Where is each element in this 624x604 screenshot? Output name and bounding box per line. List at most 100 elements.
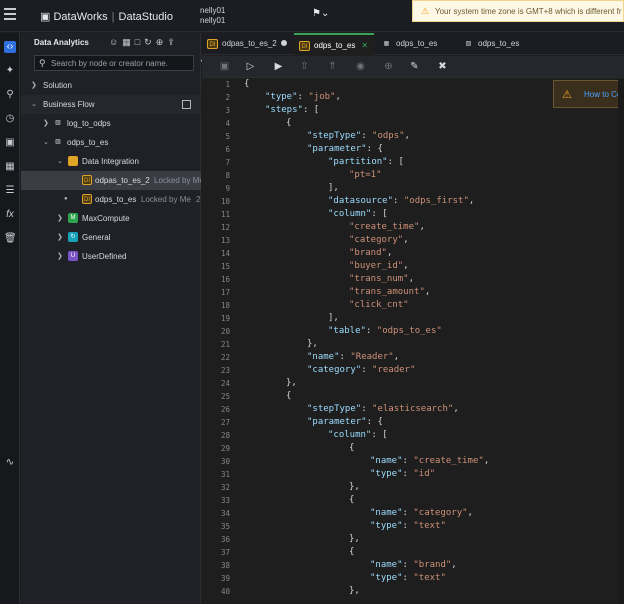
tree-item-odps-to-es[interactable]: ⌄ ▧ odps_to_es — [21, 133, 201, 152]
workspace-selector[interactable]: nelly01 nelly01 — [200, 6, 225, 26]
code-line: "partition": [ — [328, 157, 404, 167]
save-icon[interactable]: ▣ — [218, 60, 231, 73]
run-with-params-icon[interactable]: ▶ — [272, 60, 285, 73]
code-line: "type": "text" — [370, 573, 446, 583]
run-icon[interactable]: ▷ — [244, 60, 257, 73]
locate-icon[interactable]: ⊕ — [156, 37, 168, 47]
chevron-right-icon: ❯ — [57, 234, 63, 241]
code-line: "column": [ — [328, 209, 388, 219]
sidebar-tools: ☺▦□↻⊕⇪ — [109, 37, 179, 48]
list-icon[interactable]: ☰ — [4, 185, 16, 197]
table-icon[interactable]: ▦ — [4, 161, 16, 173]
tree-item-general[interactable]: ❯ ↻ General — [21, 228, 201, 247]
refresh-icon[interactable]: ↻ — [144, 37, 156, 47]
code-line: "type": "text" — [370, 521, 446, 531]
code-line: "name": "Reader", — [307, 352, 400, 362]
code-line: { — [286, 118, 292, 128]
code-line: { — [349, 443, 355, 453]
brand-app: DataStudio — [118, 11, 173, 23]
trash-icon[interactable]: 🗑 — [4, 233, 17, 245]
timezone-notice: ⚠ Your system time zone is GMT+8 which i… — [412, 0, 624, 22]
code-line: { — [349, 495, 355, 505]
puzzle-icon[interactable]: ✦ — [4, 65, 16, 77]
folder-icon — [68, 156, 78, 166]
code-line: "category": "reader" — [307, 365, 416, 375]
open-file-icon[interactable]: ▦ — [122, 37, 135, 47]
tree-item-solution[interactable]: ❯ Solution — [21, 76, 201, 95]
function-icon[interactable]: fx — [4, 209, 16, 221]
editor-tabs: DI odpas_to_es_2 DI odps_to_es ✕ ▦ odps_t… — [202, 33, 624, 55]
sidebar: Data Analytics ☺▦□↻⊕⇪ ⚲ Search by node o… — [21, 33, 221, 604]
tree-item-log-to-odps[interactable]: ❯ ▧ log_to_odps — [21, 114, 201, 133]
code-line: "column": [ — [328, 430, 388, 440]
tree-item-data-integration[interactable]: ⌄ Data Integration — [21, 152, 201, 171]
bookmark-icon[interactable]: ⚑⌄ — [312, 8, 329, 19]
format-icon[interactable]: ⊕ — [382, 60, 395, 73]
pulse-icon[interactable]: ∿ — [4, 457, 16, 469]
grid-icon[interactable] — [182, 100, 191, 109]
code-line: "steps": [ — [265, 105, 320, 115]
tab-odps-to-es-active[interactable]: DI odps_to_es ✕ — [294, 33, 374, 55]
code-editor[interactable]: 1 2 3 4 5 6 7 8 9 10 11 12 13 14 15 16 1… — [202, 79, 624, 604]
chevron-right-icon: ❯ — [57, 253, 63, 260]
flow-icon: ▧ — [465, 41, 472, 47]
code-line: "type": "job", — [265, 92, 341, 102]
di-node-icon: DI — [82, 175, 92, 185]
code-line: { — [286, 391, 292, 401]
editor-scrollbar[interactable] — [618, 79, 624, 604]
di-node-icon: DI — [82, 194, 92, 204]
clock-icon[interactable]: ◷ — [4, 113, 16, 125]
code-line: "trans_num", — [349, 274, 415, 284]
code-line: "buyer_id", — [349, 261, 409, 271]
tab-odpas-to-es-2[interactable]: DI odpas_to_es_2 — [202, 33, 292, 55]
convert-icon[interactable]: ✖ — [436, 60, 449, 73]
userdefined-icon: U — [68, 251, 78, 261]
tab-odps-to-es-table[interactable]: ▦ odps_to_es — [376, 33, 456, 55]
publish-icon[interactable]: ⇑ — [326, 60, 339, 73]
maxcompute-icon: M — [68, 213, 78, 223]
chevron-down-icon: ⌄ — [57, 158, 63, 165]
new-file-icon[interactable]: □ — [135, 37, 144, 47]
notes-icon[interactable]: ✎ — [408, 60, 421, 73]
chevron-right-icon: ❯ — [43, 120, 49, 127]
tree-item-odps-to-es-node[interactable]: ● DI odps_to_es Locked by Me 2 — [21, 190, 201, 209]
menu-icon[interactable] — [4, 8, 16, 20]
code-line: { — [244, 79, 250, 89]
code-line: }, — [349, 534, 360, 544]
dot-icon: ● — [64, 196, 68, 202]
warning-icon: ⚠ — [562, 89, 572, 101]
left-icon-rail: ‹› ✦ ⚲ ◷ ▣ ▦ ☰ fx 🗑 ∿ — [0, 33, 20, 604]
code-icon[interactable]: ‹› — [4, 41, 16, 53]
di-node-icon: DI — [299, 41, 310, 51]
close-icon[interactable]: ✕ — [361, 41, 368, 50]
stop-icon[interactable]: ◉ — [354, 60, 367, 73]
code-line: "create_time", — [349, 222, 425, 232]
code-line: "type": "id" — [370, 469, 436, 479]
general-icon: ↻ — [68, 232, 78, 242]
briefcase-icon[interactable]: ▣ — [4, 137, 16, 149]
code-line: "parameter": { — [307, 144, 383, 154]
code-line: }, — [349, 482, 360, 492]
search-icon: ⚲ — [39, 58, 46, 68]
submit-icon[interactable]: ⇧ — [298, 60, 311, 73]
code-line: "trans_amount", — [349, 287, 431, 297]
flow-icon: ▧ — [55, 139, 61, 145]
tab-odps-to-es-flow[interactable]: ▧ odps_to_es — [458, 33, 538, 55]
code-line: "click_cnt" — [349, 300, 409, 310]
code-line: "pt=1" — [349, 170, 382, 180]
tree-item-odpas-to-es-2[interactable]: DI odpas_to_es_2 Locked by Me — [21, 171, 201, 190]
tree-item-userdefined[interactable]: ❯ U UserDefined — [21, 247, 201, 266]
tree-item-business-flow[interactable]: ⌄ Business Flow — [21, 95, 201, 114]
di-node-icon: DI — [207, 39, 218, 49]
search-input[interactable]: ⚲ Search by node or creator name. — [34, 55, 194, 71]
brand-product: DataWorks — [53, 11, 108, 23]
user-icon[interactable]: ☺ — [109, 37, 122, 47]
code-line: "name": "brand", — [370, 560, 457, 570]
search-placeholder: Search by node or creator name. — [51, 59, 168, 68]
import-icon[interactable]: ⇪ — [167, 37, 179, 47]
code-line: "category", — [349, 235, 409, 245]
table-icon: ▦ — [383, 41, 390, 47]
search-icon[interactable]: ⚲ — [4, 89, 16, 101]
tree-item-maxcompute[interactable]: ❯ M MaxCompute — [21, 209, 201, 228]
how-to-configure-banner[interactable]: ⚠ How to Co — [553, 80, 624, 108]
